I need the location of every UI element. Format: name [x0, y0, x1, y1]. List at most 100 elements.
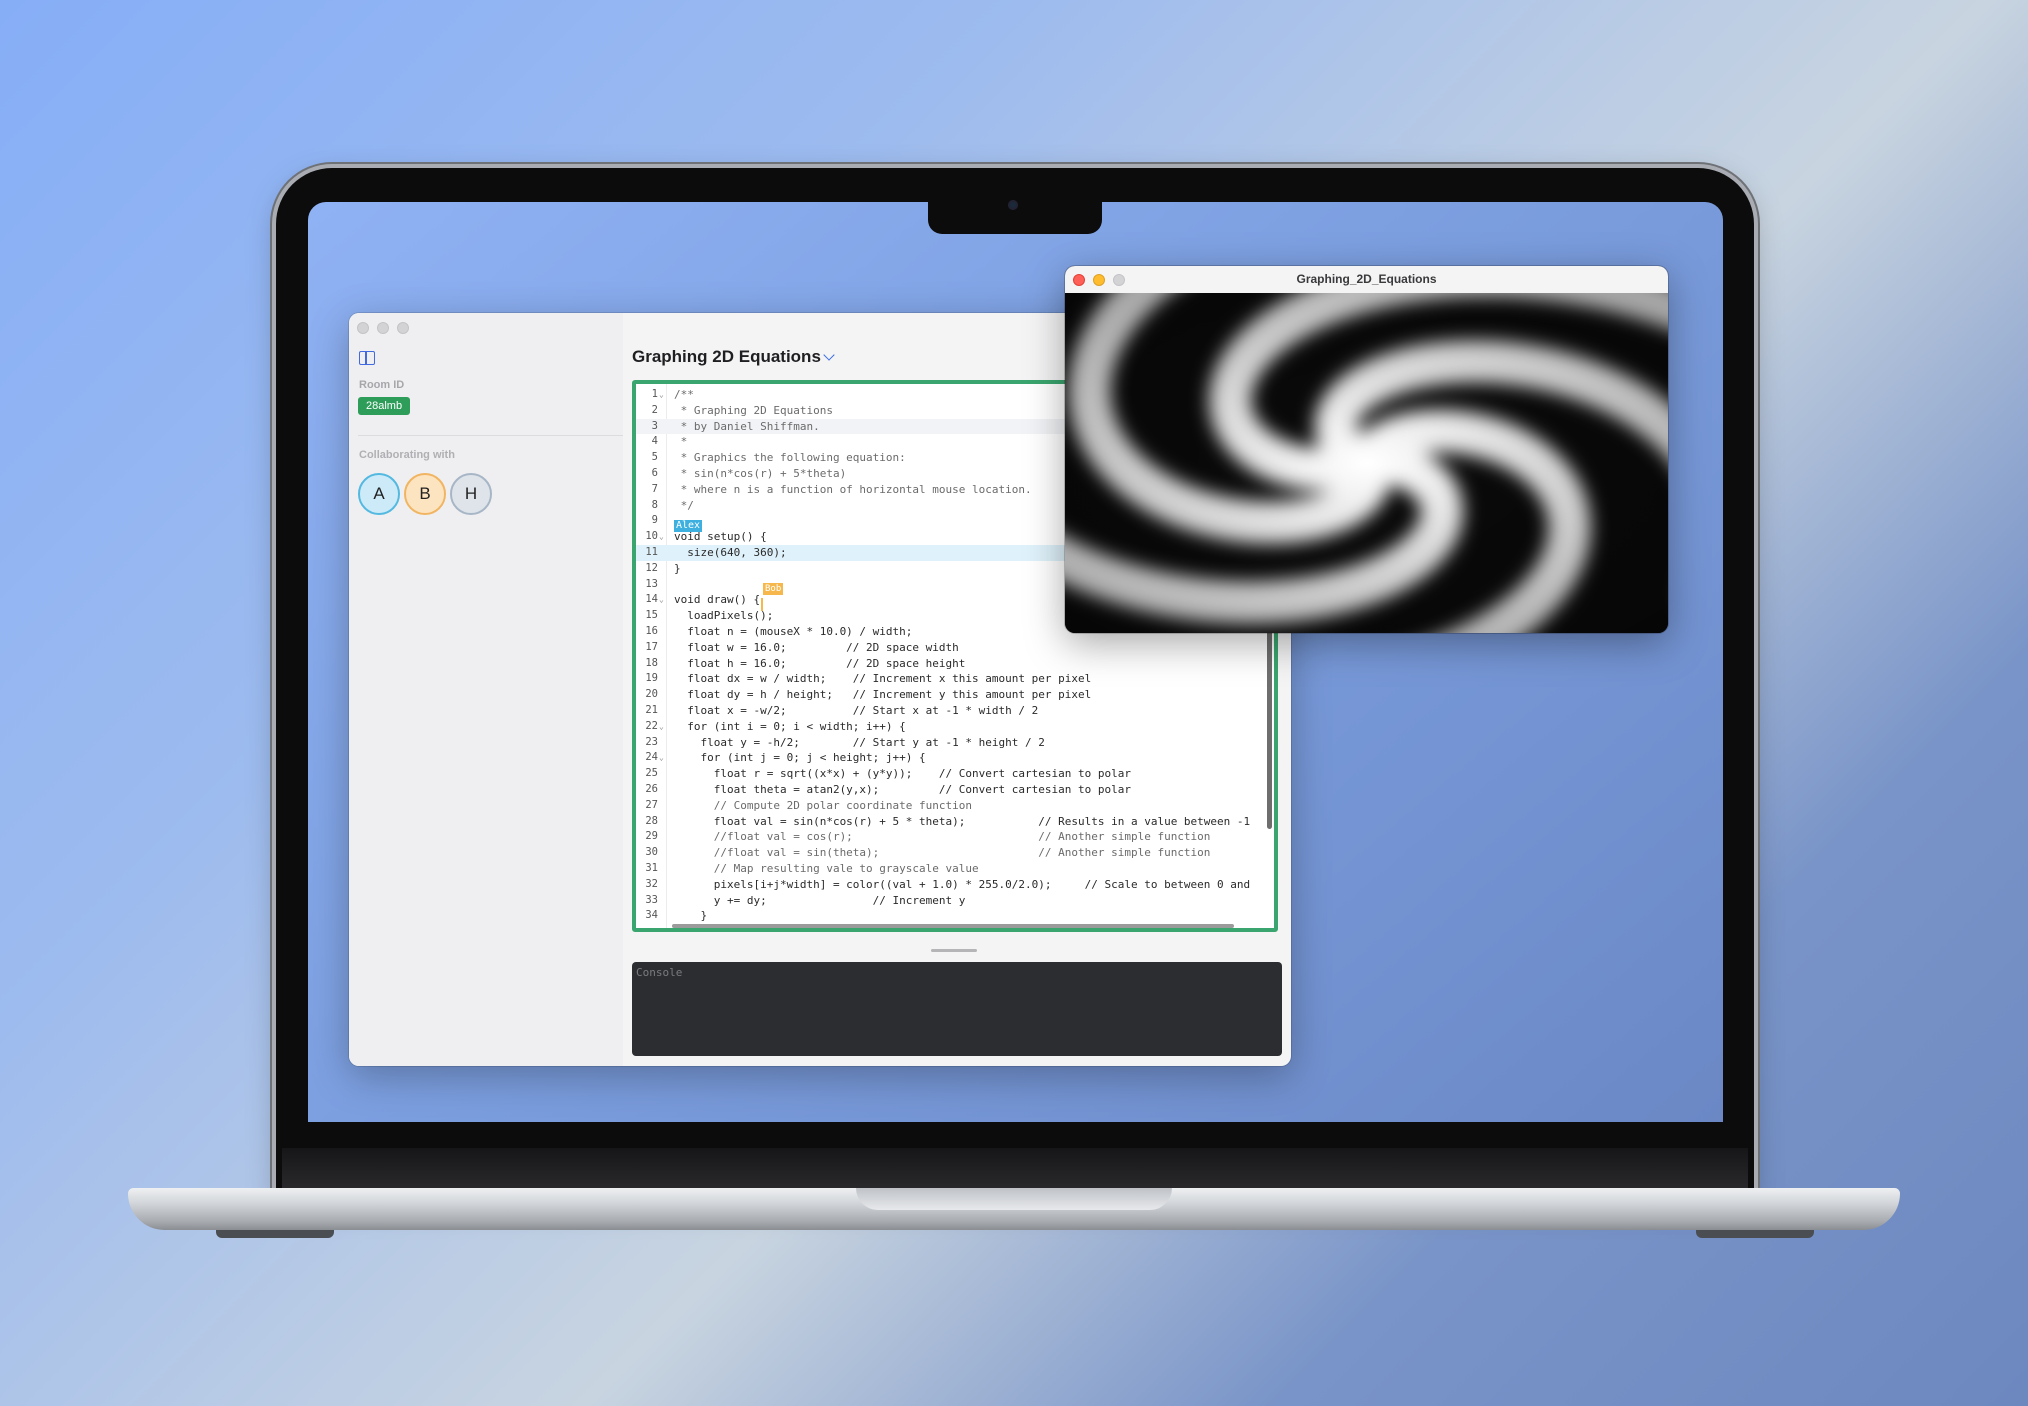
line-number: 24: [645, 751, 658, 764]
line-number: 25: [645, 767, 658, 780]
document-title[interactable]: Graphing 2D Equations: [632, 347, 821, 367]
line-number: 10: [645, 530, 658, 543]
code-line[interactable]: 27 // Compute 2D polar coordinate functi…: [636, 798, 1274, 814]
polar-pattern-image: [1065, 293, 1668, 633]
fold-chevron-icon[interactable]: ⌄: [659, 529, 664, 545]
line-number: 26: [645, 782, 658, 795]
line-number: 17: [645, 640, 658, 653]
laptop-foot-left: [216, 1230, 334, 1238]
code-text: size(640, 360);: [674, 545, 787, 559]
code-line[interactable]: 29 //float val = cos(r); // Another simp…: [636, 829, 1274, 845]
code-text: float theta = atan2(y,x); // Convert car…: [674, 782, 1131, 796]
code-line[interactable]: 17 float w = 16.0; // 2D space width: [636, 640, 1274, 656]
line-number: 6: [651, 466, 658, 479]
line-number: 22: [645, 719, 658, 732]
line-number: 19: [645, 672, 658, 685]
laptop-chin: [282, 1148, 1748, 1190]
horizontal-scrollbar[interactable]: [672, 924, 1234, 928]
line-number: 32: [645, 877, 658, 890]
code-line[interactable]: 31 // Map resulting vale to grayscale va…: [636, 861, 1274, 877]
code-text: float val = sin(n*cos(r) + 5 * theta); /…: [674, 814, 1251, 828]
code-line[interactable]: 20 float dy = h / height; // Increment y…: [636, 687, 1274, 703]
sketch-window: Graphing_2D_Equations: [1065, 266, 1668, 633]
zoom-button[interactable]: [397, 322, 409, 334]
line-number: 14: [645, 593, 658, 606]
code-line[interactable]: 25 float r = sqrt((x*x) + (y*y)); // Con…: [636, 766, 1274, 782]
fold-chevron-icon[interactable]: ⌄: [659, 387, 664, 403]
console-resize-handle[interactable]: [931, 949, 977, 952]
close-button[interactable]: [357, 322, 369, 334]
line-number: 27: [645, 798, 658, 811]
laptop-foot-right: [1696, 1230, 1814, 1238]
code-text: //float val = sin(theta); // Another sim…: [674, 846, 1211, 860]
line-number: 1: [651, 388, 658, 400]
avatar[interactable]: H: [450, 473, 492, 515]
code-line[interactable]: 18 float h = 16.0; // 2D space height: [636, 656, 1274, 672]
avatar[interactable]: B: [404, 473, 446, 515]
alex-cursor-tag: Alex: [674, 520, 703, 532]
collaborator-list: A B H: [358, 473, 492, 515]
code-text: * where n is a function of horizontal mo…: [674, 482, 1032, 496]
line-number: 2: [651, 403, 658, 416]
code-text: for (int j = 0; j < height; j++) {: [674, 751, 926, 765]
minimize-button[interactable]: [377, 322, 389, 334]
fold-chevron-icon[interactable]: ⌄: [659, 750, 664, 766]
line-number: 5: [651, 451, 658, 464]
chevron-down-icon[interactable]: [823, 349, 835, 361]
code-line[interactable]: 30 //float val = sin(theta); // Another …: [636, 845, 1274, 861]
code-text: //float val = cos(r); // Another simple …: [674, 830, 1211, 844]
sidebar: Room ID 28almb Collaborating with A B H: [349, 313, 623, 1066]
code-line[interactable]: 21 float x = -w/2; // Start x at -1 * wi…: [636, 703, 1274, 719]
code-text: float dx = w / width; // Increment x thi…: [674, 672, 1092, 686]
room-id-badge[interactable]: 28almb: [358, 397, 411, 415]
code-text: void draw() {: [674, 593, 761, 607]
avatar[interactable]: A: [358, 473, 400, 515]
line-number: 28: [645, 814, 658, 827]
code-line[interactable]: 23 float y = -h/2; // Start y at -1 * he…: [636, 735, 1274, 751]
code-text: }: [674, 561, 681, 575]
console-panel[interactable]: Console: [632, 962, 1282, 1056]
code-text: * sin(n*cos(r) + 5*theta): [674, 466, 847, 480]
code-text: }: [674, 909, 708, 923]
line-number: 9: [651, 514, 658, 527]
sidebar-divider: [358, 435, 623, 436]
code-line[interactable]: 26 float theta = atan2(y,x); // Convert …: [636, 782, 1274, 798]
window-controls: [357, 322, 409, 334]
code-text: float w = 16.0; // 2D space width: [674, 640, 959, 654]
code-text: pixels[i+j*width] = color((val + 1.0) * …: [674, 877, 1251, 891]
fold-chevron-icon[interactable]: ⌄: [659, 719, 664, 735]
code-text: *: [674, 435, 688, 449]
code-line[interactable]: 24 ⌄ for (int j = 0; j < height; j++) {: [636, 750, 1274, 766]
code-line[interactable]: 34 }: [636, 908, 1274, 924]
line-number: 18: [645, 656, 658, 669]
code-line[interactable]: 28 float val = sin(n*cos(r) + 5 * theta)…: [636, 814, 1274, 830]
line-number: 30: [645, 846, 658, 859]
line-number: 13: [645, 577, 658, 590]
code-text: for (int i = 0; i < width; i++) {: [674, 719, 906, 733]
line-number: 15: [645, 609, 658, 622]
line-number: 4: [651, 435, 658, 448]
sidebar-toggle-icon[interactable]: [359, 351, 375, 365]
code-text: * Graphics the following equation:: [674, 451, 906, 465]
code-line[interactable]: 22 ⌄ for (int i = 0; i < width; i++) {: [636, 719, 1274, 735]
code-line[interactable]: 19 float dx = w / width; // Increment x …: [636, 671, 1274, 687]
sketch-canvas[interactable]: [1065, 293, 1668, 633]
line-number: 8: [651, 498, 658, 511]
line-number: 12: [645, 561, 658, 574]
code-text: // Compute 2D polar coordinate function: [674, 798, 973, 812]
code-text: y += dy; // Increment y: [674, 893, 966, 907]
sketch-titlebar: Graphing_2D_Equations: [1065, 266, 1668, 294]
code-line[interactable]: 32 pixels[i+j*width] = color((val + 1.0)…: [636, 877, 1274, 893]
bob-cursor: [761, 598, 763, 611]
fold-chevron-icon[interactable]: ⌄: [659, 592, 664, 608]
collaborators-label: Collaborating with: [359, 449, 455, 461]
line-number: 20: [645, 688, 658, 701]
laptop-base-lip: [856, 1188, 1172, 1210]
code-text: float x = -w/2; // Start x at -1 * width…: [674, 703, 1039, 717]
code-text: float r = sqrt((x*x) + (y*y)); // Conver…: [674, 767, 1131, 781]
line-number: 11: [645, 545, 658, 558]
line-number: 7: [651, 482, 658, 495]
code-line[interactable]: 33 y += dy; // Increment y: [636, 893, 1274, 909]
vertical-scrollbar[interactable]: [1267, 604, 1272, 829]
line-number: 16: [645, 624, 658, 637]
